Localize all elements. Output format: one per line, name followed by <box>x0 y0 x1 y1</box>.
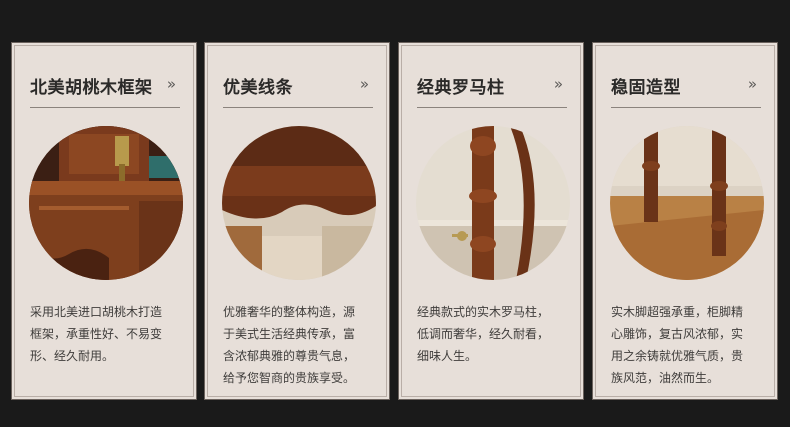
desc-line: 框架，承重性好、不易变 <box>30 327 163 341</box>
card-description: 经典款式的实木罗马柱， 低调而奢华，经久耐看， 细味人生。 <box>417 301 571 367</box>
product-features-banner: 北美胡桃木框架 » 采用北美进口胡桃木打造 框架，承重性好、不易变 形、经久耐用… <box>0 0 790 427</box>
card-description: 采用北美进口胡桃木打造 框架，承重性好、不易变 形、经久耐用。 <box>30 301 184 367</box>
desc-line: 含浓郁典雅的尊贵气息， <box>223 349 356 363</box>
card-header: 优美线条 » <box>223 67 373 108</box>
card-header: 经典罗马柱 » <box>417 67 567 108</box>
sturdy-legs-photo <box>610 126 764 280</box>
feature-card-elegant-lines: 优美线条 » 优雅奢华的整体构造，源 于美式生活经典传承，富 含浓郁典雅的尊贵气… <box>204 42 390 400</box>
desc-line: 采用北美进口胡桃木打造 <box>30 305 163 319</box>
desc-line: 于美式生活经典传承，富 <box>223 327 356 341</box>
roman-column-photo <box>416 126 570 280</box>
desc-line: 经典款式的实木罗马柱， <box>417 305 550 319</box>
card-header: 北美胡桃木框架 » <box>30 67 180 108</box>
feature-card-walnut-frame: 北美胡桃木框架 » 采用北美进口胡桃木打造 框架，承重性好、不易变 形、经久耐用… <box>11 42 197 400</box>
double-chevron-icon: » <box>553 75 563 93</box>
divider <box>611 107 761 108</box>
carved-curve-photo <box>222 126 376 280</box>
desc-line: 用之余铸就优雅气质，贵 <box>611 349 744 363</box>
desc-line: 实木脚超强承重，柜脚精 <box>611 305 744 319</box>
divider <box>223 107 373 108</box>
card-title: 稳固造型 <box>611 78 681 98</box>
double-chevron-icon: » <box>359 75 369 93</box>
desc-line: 心雕饰，复古风浓郁，实 <box>611 327 744 341</box>
desc-line: 低调而奢华，经久耐看， <box>417 327 550 341</box>
desc-line: 形、经久耐用。 <box>30 349 115 363</box>
desc-line: 族风范，油然而生。 <box>611 371 720 385</box>
divider <box>30 107 180 108</box>
desc-line: 细味人生。 <box>417 349 478 363</box>
desc-line: 给予您智商的贵族享受。 <box>223 371 356 385</box>
feature-card-roman-column: 经典罗马柱 » 经典款式的实木罗马柱， 低调而奢华，经久耐看， 细味人生。 <box>398 42 584 400</box>
desc-line: 优雅奢华的整体构造，源 <box>223 305 356 319</box>
card-header: 稳固造型 » <box>611 67 761 108</box>
walnut-frame-photo <box>29 126 183 280</box>
card-title: 经典罗马柱 <box>417 78 505 98</box>
card-description: 优雅奢华的整体构造，源 于美式生活经典传承，富 含浓郁典雅的尊贵气息， 给予您智… <box>223 301 377 389</box>
card-title: 优美线条 <box>223 78 293 98</box>
double-chevron-icon: » <box>166 75 176 93</box>
card-description: 实木脚超强承重，柜脚精 心雕饰，复古风浓郁，实 用之余铸就优雅气质，贵 族风范，… <box>611 301 765 389</box>
double-chevron-icon: » <box>747 75 757 93</box>
card-title: 北美胡桃木框架 <box>30 78 153 98</box>
feature-card-sturdy-shape: 稳固造型 » 实木脚超强承重，柜脚精 心雕饰，复古风浓郁，实 用之余铸就优雅气质… <box>592 42 778 400</box>
divider <box>417 107 567 108</box>
